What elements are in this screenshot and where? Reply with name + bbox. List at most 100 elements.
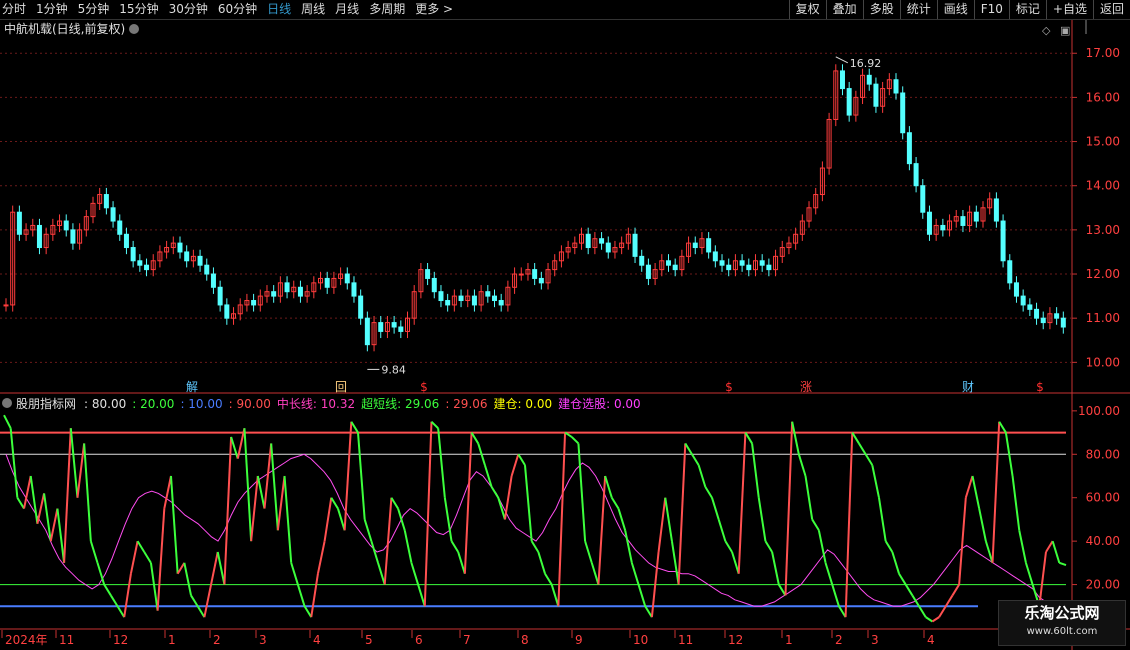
period-toolbar: 分时 1分钟 5分钟 15分钟 30分钟 60分钟 日线 周线 月线 多周期 更多 > 复权 叠加 多股…	[0, 0, 1130, 20]
period-tab-1[interactable]: 1分钟	[36, 0, 68, 19]
candle-body	[538, 277, 544, 284]
indicator-legend-2: : 10.00	[180, 397, 222, 411]
period-tab-9[interactable]: 多周期	[369, 0, 405, 19]
period-tab-5[interactable]: 60分钟	[218, 0, 257, 19]
short-term-segment	[1018, 530, 1027, 564]
price-tick-label: 15.00	[1086, 135, 1120, 149]
action-tab-5[interactable]: F10	[973, 0, 1009, 19]
short-term-segment	[270, 443, 279, 531]
short-term-segment	[777, 584, 787, 596]
candle-body	[224, 304, 230, 319]
short-term-segment	[670, 540, 680, 585]
short-term-segment	[403, 530, 413, 564]
candle-body	[960, 216, 966, 226]
candle-body	[391, 322, 397, 328]
stock-chart[interactable]: 10.00 11.00 12.00 13.00 14.00 15.00 16.00 17.00…	[0, 20, 1130, 650]
indicator-legend-5: 超短线: 29.06	[361, 396, 439, 411]
layout-icon: ▣	[1060, 24, 1070, 37]
candle-body	[492, 295, 498, 302]
candle-body	[632, 233, 638, 257]
short-term-segment	[704, 486, 713, 499]
period-tab-0[interactable]: 分时	[2, 0, 26, 19]
short-term-segment	[630, 562, 640, 585]
time-label-17: 3	[871, 633, 879, 647]
short-term-segment	[103, 584, 112, 596]
action-tab-3[interactable]: 统计	[899, 0, 937, 19]
candle-body	[251, 300, 257, 306]
price-tick-label: 11.00	[1086, 311, 1120, 325]
short-term-segment	[971, 475, 981, 509]
price-tick-label: 13.00	[1086, 223, 1120, 237]
candle-body	[1007, 260, 1013, 284]
candle-body	[893, 79, 899, 94]
time-label-18: 4	[927, 633, 935, 647]
candle-body	[271, 291, 277, 297]
period-tab-6[interactable]: 日线	[267, 0, 291, 19]
action-tab-0[interactable]: 复权	[788, 0, 826, 19]
candle-body	[839, 70, 845, 90]
action-tab-4[interactable]: 画线	[936, 0, 974, 19]
candle-body	[518, 273, 524, 276]
candle-body	[351, 282, 357, 297]
candle-body	[431, 277, 437, 293]
short-term-segment	[337, 508, 346, 531]
candle-body	[458, 295, 464, 302]
time-label-0: 2024年	[5, 633, 48, 647]
action-tab-1[interactable]: 叠加	[825, 0, 863, 19]
action-tab-7[interactable]: +自选	[1045, 0, 1093, 19]
period-tab-7[interactable]: 周线	[301, 0, 325, 19]
action-tab-6[interactable]: 标记	[1008, 0, 1046, 19]
candle-body	[471, 295, 477, 306]
event-marker: 解	[186, 380, 198, 394]
candle-body	[926, 211, 932, 235]
short-term-segment	[190, 594, 199, 607]
short-term-segment	[156, 508, 166, 611]
time-label-10: 8	[521, 633, 529, 647]
short-term-segment	[230, 436, 239, 459]
candle-body	[920, 185, 926, 213]
short-term-segment	[717, 519, 727, 542]
candle-body	[70, 229, 76, 244]
indicator-tick-label: 40.00	[1086, 534, 1120, 548]
candle-body	[344, 273, 350, 284]
time-label-7: 5	[365, 633, 373, 647]
high-label: 16.92	[850, 57, 882, 70]
short-term-segment	[276, 475, 286, 531]
short-term-segment	[677, 443, 687, 585]
short-term-segment	[450, 540, 460, 553]
period-tabs: 分时 1分钟 5分钟 15分钟 30分钟 60分钟 日线 周线 月线 多周期 更多 >	[2, 0, 463, 19]
candle-body	[645, 264, 651, 279]
event-marker: $	[725, 380, 733, 394]
time-label-16: 2	[835, 633, 843, 647]
period-tab-8[interactable]: 月线	[335, 0, 359, 19]
action-tab-8[interactable]: 返回	[1092, 0, 1130, 19]
short-term-segment	[303, 605, 313, 618]
short-term-segment	[357, 432, 366, 520]
period-tab-10[interactable]: 更多 >	[415, 0, 453, 19]
event-marker: 回	[335, 380, 347, 394]
short-term-segment	[523, 465, 533, 542]
period-tab-4[interactable]: 30分钟	[169, 0, 208, 19]
candle-body	[639, 255, 645, 266]
short-term-segment	[984, 540, 994, 564]
action-tab-2[interactable]: 多股	[862, 0, 900, 19]
watermark: 乐淘公式网 www.60lt.com	[998, 600, 1126, 646]
candle-body	[585, 233, 591, 249]
period-tab-2[interactable]: 5分钟	[78, 0, 110, 19]
candle-body	[197, 255, 203, 266]
candle-body	[217, 286, 223, 306]
short-term-segment	[203, 584, 213, 618]
short-term-segment	[844, 432, 854, 618]
candle-body	[672, 264, 678, 271]
short-term-segment	[711, 497, 720, 520]
indicator-tick-label: 20.00	[1086, 578, 1120, 592]
short-term-segment	[1024, 562, 1034, 585]
period-tab-3[interactable]: 15分钟	[119, 0, 158, 19]
short-term-segment	[283, 475, 293, 563]
short-term-segment	[143, 551, 152, 564]
price-tick-label: 12.00	[1086, 267, 1120, 281]
candle-body	[63, 220, 69, 231]
short-term-segment	[63, 428, 72, 563]
event-marker: 财	[962, 380, 974, 394]
short-term-segment	[817, 530, 827, 564]
